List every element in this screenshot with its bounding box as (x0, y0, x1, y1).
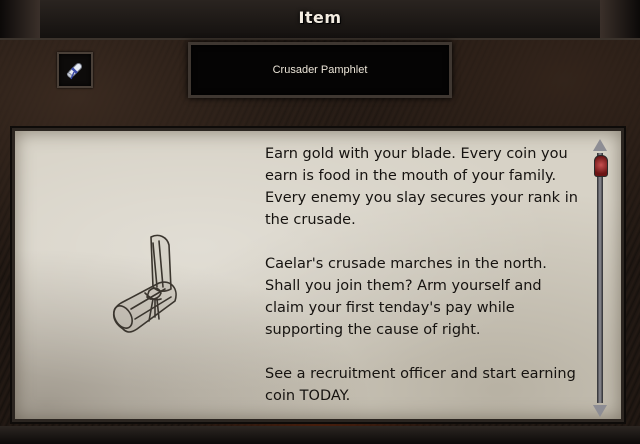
scrollbar-thumb[interactable] (594, 155, 608, 177)
description-paragraph: Earn gold with your blade. Every coin yo… (265, 146, 578, 228)
description-paragraph: Caelar's crusade marches in the north. S… (265, 256, 547, 338)
rolled-parchment-scroll-illustration (112, 234, 177, 333)
item-name-plate: Crusader Pamphlet (188, 42, 452, 98)
bottom-frame-border (0, 426, 640, 444)
item-description-panel: Earn gold with your blade. Every coin yo… (12, 128, 624, 422)
rolled-scroll-icon (66, 62, 83, 80)
description-paragraph: See a recruitment officer and start earn… (265, 366, 576, 404)
item-name: Crusader Pamphlet (272, 64, 368, 76)
title-bar: Item (0, 0, 640, 40)
scroll-down-arrow-icon[interactable] (593, 405, 607, 417)
item-description: Earn gold with your blade. Every coin yo… (265, 143, 585, 429)
scroll-up-arrow-icon[interactable] (593, 139, 607, 151)
description-scrollbar[interactable] (592, 139, 608, 417)
scrollbar-track[interactable] (597, 153, 603, 403)
item-icon-slot[interactable] (57, 52, 93, 88)
window-title: Item (298, 8, 342, 27)
